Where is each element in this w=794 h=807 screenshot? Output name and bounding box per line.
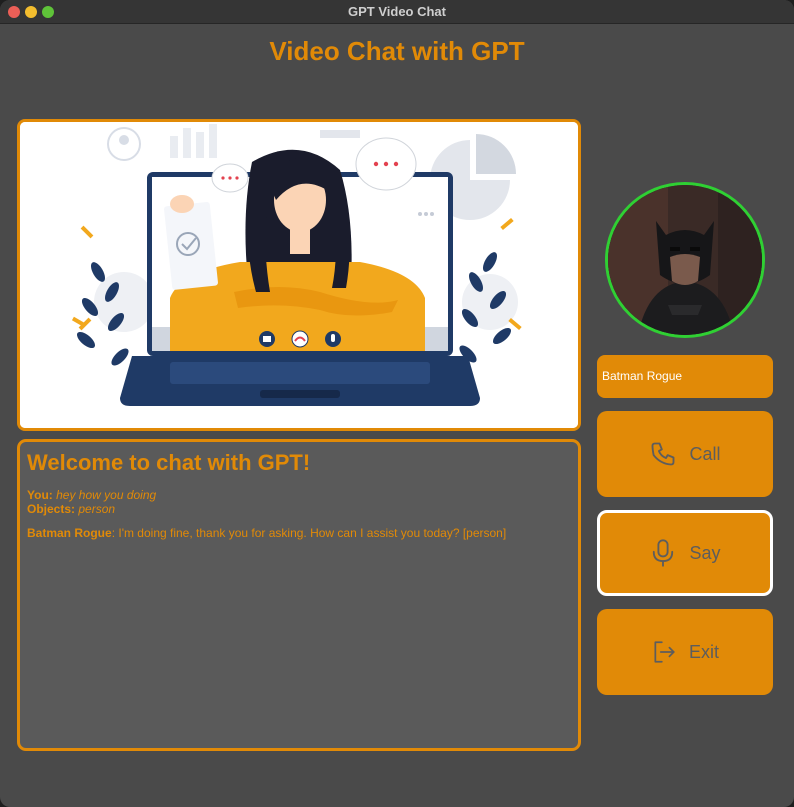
exit-icon xyxy=(651,639,677,665)
message-label: Objects: xyxy=(27,502,76,516)
page-title: Video Chat with GPT xyxy=(269,36,525,66)
chat-transcript: Welcome to chat with GPT! You: hey how y… xyxy=(17,439,581,751)
exit-button[interactable]: Exit xyxy=(597,609,773,695)
message-text: person xyxy=(78,502,116,516)
say-button-label: Say xyxy=(689,542,721,563)
say-button[interactable]: Say xyxy=(597,510,773,596)
app-window: GPT Video Chat Video Chat with GPT Welco… xyxy=(0,0,794,807)
message-label: You: xyxy=(27,488,53,502)
call-button-label: Call xyxy=(689,443,721,464)
chat-title: Welcome to chat with GPT! xyxy=(27,450,311,475)
message-text: : I'm doing fine, thank you for asking. … xyxy=(111,526,507,540)
window-title: GPT Video Chat xyxy=(348,4,446,19)
chat-message-assistant: Batman Rogue: I'm doing fine, thank you … xyxy=(27,526,571,540)
message-label: Batman Rogue xyxy=(27,526,112,540)
chat-message-objects: Objects: person xyxy=(27,502,571,516)
video-call-illustration xyxy=(20,122,578,428)
batman-portrait xyxy=(608,185,762,335)
contact-name-field[interactable]: Batman Rogue xyxy=(597,355,773,398)
chat-message-user: You: hey how you doing xyxy=(27,488,571,502)
microphone-icon xyxy=(649,538,677,568)
contact-avatar xyxy=(605,182,765,338)
exit-button-label: Exit xyxy=(688,641,719,662)
call-button[interactable]: Call xyxy=(597,411,773,497)
video-panel xyxy=(17,119,581,431)
title-bar: GPT Video Chat xyxy=(0,0,794,24)
message-text: hey how you doing xyxy=(56,488,157,502)
phone-icon xyxy=(649,440,677,468)
